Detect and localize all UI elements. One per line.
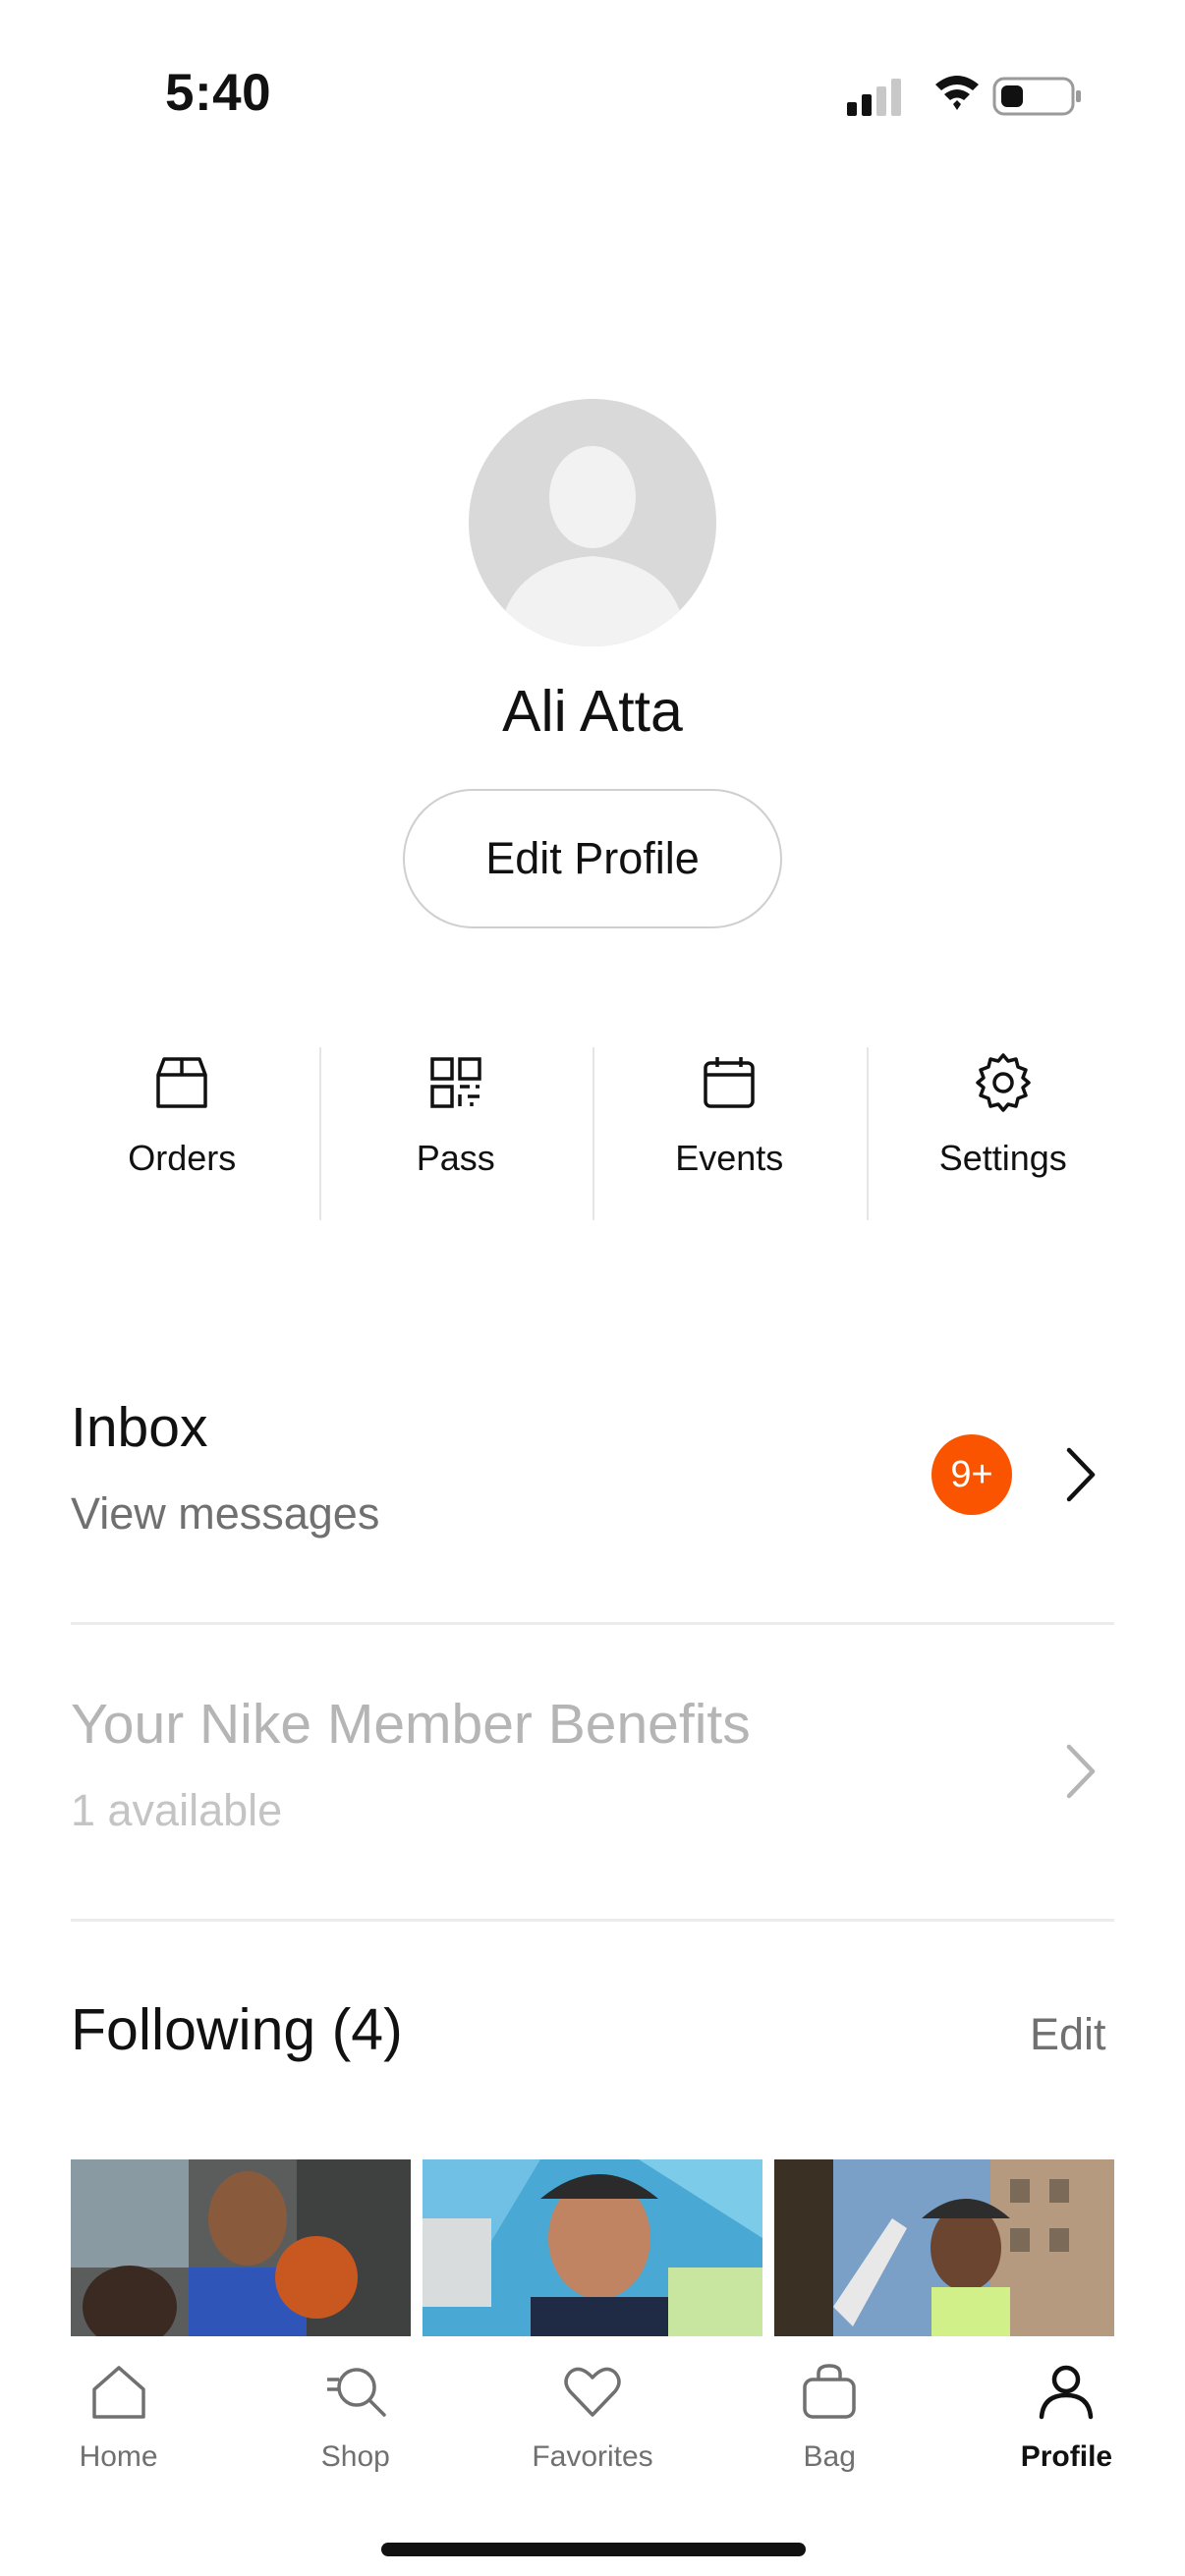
avatar[interactable]	[469, 399, 716, 646]
status-time: 5:40	[165, 64, 272, 122]
cellular-signal-icon	[847, 79, 901, 116]
chevron-right-icon[interactable]	[1063, 1446, 1099, 1503]
inbox-unread-badge: 9+	[931, 1434, 1012, 1515]
quick-action-settings[interactable]: Settings	[866, 1047, 1141, 1220]
quick-action-events[interactable]: Events	[592, 1047, 867, 1220]
quick-actions: Orders Pass Events Settings	[45, 1047, 1140, 1220]
following-item-image[interactable]	[423, 2159, 762, 2336]
wifi-icon	[935, 76, 979, 110]
divider	[71, 1622, 1114, 1625]
chevron-right-icon[interactable]	[1063, 1743, 1099, 1800]
quick-action-label: Settings	[938, 1138, 1067, 1178]
home-icon	[91, 2366, 145, 2419]
inbox-title: Inbox	[71, 1396, 208, 1459]
profile-name: Ali Atta	[502, 679, 683, 744]
quick-action-label: Pass	[416, 1138, 495, 1178]
tab-profile[interactable]: Profile	[948, 2336, 1185, 2576]
following-carousel	[71, 2159, 1114, 2336]
tab-label: Favorites	[532, 2440, 653, 2473]
qr-code-icon	[430, 1057, 481, 1108]
search-icon	[326, 2368, 386, 2417]
quick-action-orders[interactable]: Orders	[45, 1047, 319, 1220]
tab-label: Bag	[803, 2440, 856, 2473]
battery-icon	[992, 77, 1081, 116]
avatar-placeholder-icon	[498, 446, 687, 646]
tab-bag[interactable]: Bag	[711, 2336, 948, 2576]
calendar-icon	[704, 1057, 755, 1108]
following-edit-button[interactable]: Edit	[1030, 2009, 1106, 2060]
bag-icon	[803, 2364, 856, 2419]
person-icon	[1040, 2365, 1094, 2420]
following-title: Following (4)	[71, 1997, 403, 2062]
following-item-image[interactable]	[71, 2159, 411, 2336]
status-icons	[847, 73, 1083, 120]
bottom-tab-bar: Home Shop Favorites Bag Profile	[0, 2336, 1185, 2576]
tab-home[interactable]: Home	[0, 2336, 237, 2576]
home-indicator[interactable]	[381, 2543, 806, 2556]
member-benefits-row[interactable]: Your Nike Member Benefits 1 available	[71, 1692, 1114, 1888]
tab-favorites[interactable]: Favorites	[474, 2336, 710, 2576]
benefits-title: Your Nike Member Benefits	[71, 1693, 751, 1756]
quick-action-label: Orders	[128, 1138, 237, 1178]
inbox-subtitle: View messages	[71, 1488, 380, 1539]
gear-icon	[976, 1053, 1031, 1112]
quick-action-pass[interactable]: Pass	[318, 1047, 593, 1220]
tab-label: Profile	[1020, 2440, 1113, 2473]
edit-profile-button[interactable]: Edit Profile	[403, 789, 782, 928]
tab-label: Shop	[320, 2440, 390, 2473]
divider	[71, 1919, 1114, 1922]
tab-shop[interactable]: Shop	[237, 2336, 474, 2576]
box-icon	[156, 1057, 207, 1108]
heart-icon	[564, 2367, 621, 2417]
following-item-image[interactable]	[774, 2159, 1114, 2336]
quick-action-label: Events	[675, 1138, 784, 1178]
tab-label: Home	[79, 2440, 158, 2473]
benefits-subtitle: 1 available	[71, 1785, 283, 1835]
